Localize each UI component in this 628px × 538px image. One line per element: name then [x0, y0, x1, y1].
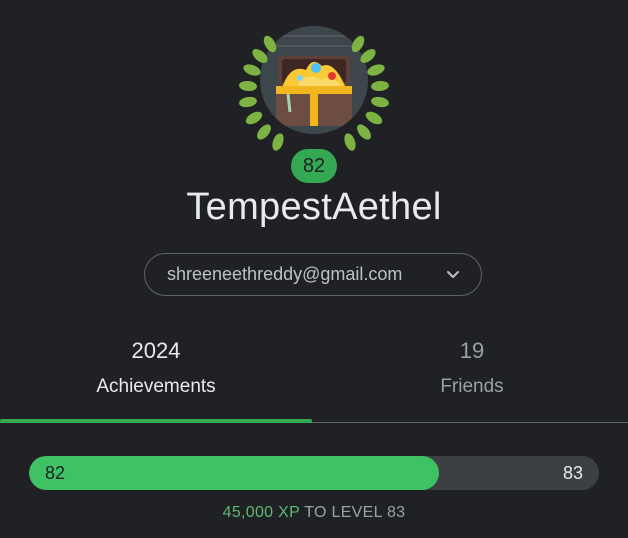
xp-to-next-level: 45,000 XP TO LEVEL 83 [0, 504, 628, 522]
tab-selected-indicator [0, 419, 312, 423]
xp-progress-fill [29, 456, 440, 490]
player-avatar[interactable]: 82 [234, 22, 394, 186]
chevron-down-icon [441, 263, 465, 287]
next-level-label: 83 [562, 463, 583, 483]
achievements-count: 2024 [131, 338, 181, 363]
friends-count: 19 [459, 338, 485, 363]
friends-label: Friends [440, 376, 504, 397]
tab-friends[interactable]: 19 Friends [316, 338, 628, 398]
account-switcher[interactable]: shreeneethreddy@gmail.com [144, 253, 482, 296]
achievements-label: Achievements [96, 376, 216, 397]
account-email: shreeneethreddy@gmail.com [167, 264, 403, 284]
xp-amount: 45,000 XP [222, 504, 300, 521]
xp-progress-bar: 82 83 [29, 456, 599, 490]
xp-suffix: TO LEVEL 83 [304, 504, 406, 521]
current-level-label: 82 [45, 463, 66, 483]
tab-achievements[interactable]: 2024 Achievements [0, 338, 312, 398]
username: TempestAethel [186, 186, 442, 228]
level-badge: 82 [288, 146, 340, 186]
